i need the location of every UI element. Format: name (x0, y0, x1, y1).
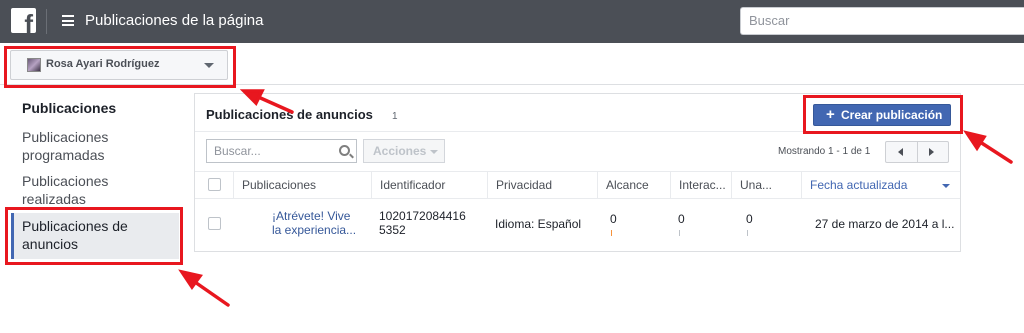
arrow-line-1 (254, 94, 294, 114)
arrow-line-2 (190, 278, 230, 307)
arrow-head-1 (239, 89, 265, 106)
annotation-arrows (178, 89, 1013, 307)
arrow-line-3 (975, 138, 1013, 164)
arrow-head-3 (963, 130, 987, 152)
